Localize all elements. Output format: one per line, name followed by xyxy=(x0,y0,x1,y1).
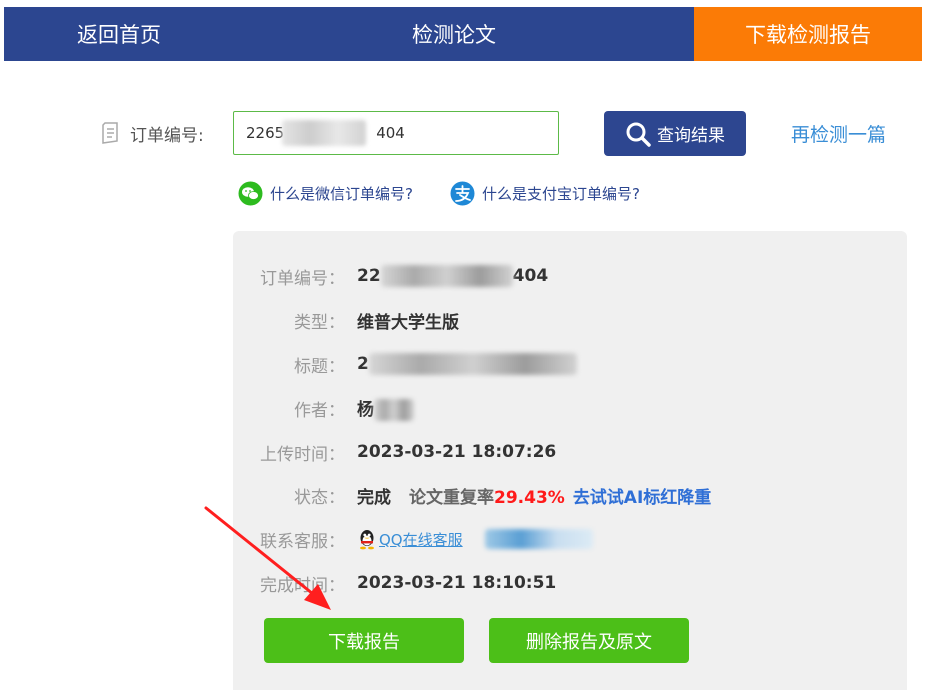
redacted-author xyxy=(374,399,414,421)
wechat-icon xyxy=(238,181,263,206)
info-author-label: 作者： xyxy=(294,400,345,421)
info-title-value: 2 xyxy=(357,353,577,375)
order-input-prefix: 2265 xyxy=(246,124,285,142)
recheck-link[interactable]: 再检测一篇 xyxy=(791,120,886,147)
document-icon xyxy=(100,121,130,145)
report-info-panel: 订单编号： 22 404 类型： 维普大学生版 标题： 2 作者： 杨 上传时间：… xyxy=(233,231,907,690)
info-service-label: 联系客服： xyxy=(260,531,345,552)
top-nav: 返回首页 检测论文 下载检测报告 xyxy=(4,7,922,61)
info-row-finish: 完成时间： 2023-03-21 18:10:51 xyxy=(233,568,907,598)
status-done: 完成 xyxy=(357,487,391,508)
info-type-value: 维普大学生版 xyxy=(357,312,459,333)
order-input-suffix: 404 xyxy=(376,124,405,142)
ai-rewrite-link[interactable]: 去试试AI标红降重 xyxy=(573,488,711,508)
alipay-icon xyxy=(450,181,475,206)
info-status-value: 完成 论文重复率29.43% 去试试AI标红降重 xyxy=(357,483,711,508)
info-upload-label: 上传时间： xyxy=(260,444,345,465)
info-title-prefix: 2 xyxy=(357,354,369,374)
nav-check-paper[interactable]: 检测论文 xyxy=(324,7,694,61)
delete-report-button[interactable]: 删除报告及原文 xyxy=(489,618,689,663)
info-upload-value: 2023-03-21 18:07:26 xyxy=(357,442,557,462)
redacted-order-number xyxy=(380,265,513,287)
duplication-rate-value: 29.43% xyxy=(494,487,565,508)
info-row-service: 联系客服： QQ在线客服 xyxy=(233,524,907,554)
info-row-title: 标题： 2 xyxy=(233,349,907,379)
info-status-label: 状态： xyxy=(294,487,345,508)
search-icon xyxy=(626,122,651,147)
info-finish-label: 完成时间： xyxy=(260,575,345,596)
order-number-label-text: 订单编号: xyxy=(130,125,204,146)
query-result-button[interactable]: 查询结果 xyxy=(604,111,746,156)
qq-penguin-icon xyxy=(357,528,377,550)
info-row-author: 作者： 杨 xyxy=(233,393,907,423)
redacted-order-input xyxy=(282,120,366,146)
query-result-label: 查询结果 xyxy=(657,126,725,145)
info-order-prefix: 22 xyxy=(357,266,381,286)
help-wechat-text: 什么是微信订单编号? xyxy=(270,185,413,203)
nav-download-report[interactable]: 下载检测报告 xyxy=(694,7,922,61)
duplication-rate-label: 论文重复率 xyxy=(409,487,494,508)
info-order-value: 22 404 xyxy=(357,265,548,287)
help-alipay-text: 什么是支付宝订单编号? xyxy=(482,185,640,203)
order-number-label: 订单编号: xyxy=(100,118,204,148)
info-row-status: 状态： 完成 论文重复率29.43% 去试试AI标红降重 xyxy=(233,480,907,510)
help-alipay-order-link[interactable]: 什么是支付宝订单编号? xyxy=(450,181,640,206)
help-wechat-order-link[interactable]: 什么是微信订单编号? xyxy=(238,181,413,206)
info-row-type: 类型： 维普大学生版 xyxy=(233,305,907,335)
info-author-value: 杨 xyxy=(357,395,414,421)
nav-home[interactable]: 返回首页 xyxy=(4,7,324,61)
qq-online-service-link[interactable]: QQ在线客服 xyxy=(379,529,463,550)
info-order-suffix: 404 xyxy=(512,266,549,286)
redacted-service-contact xyxy=(484,529,593,549)
info-row-upload: 上传时间： 2023-03-21 18:07:26 xyxy=(233,437,907,467)
info-type-label: 类型： xyxy=(294,312,345,333)
info-service-value: QQ在线客服 xyxy=(357,528,593,550)
redacted-title xyxy=(368,353,577,375)
info-title-label: 标题： xyxy=(294,356,345,377)
info-order-label: 订单编号： xyxy=(260,268,345,289)
info-finish-value: 2023-03-21 18:10:51 xyxy=(357,573,557,593)
info-author-prefix: 杨 xyxy=(357,400,374,420)
download-report-button[interactable]: 下载报告 xyxy=(264,618,464,663)
info-row-order: 订单编号： 22 404 xyxy=(233,261,907,291)
